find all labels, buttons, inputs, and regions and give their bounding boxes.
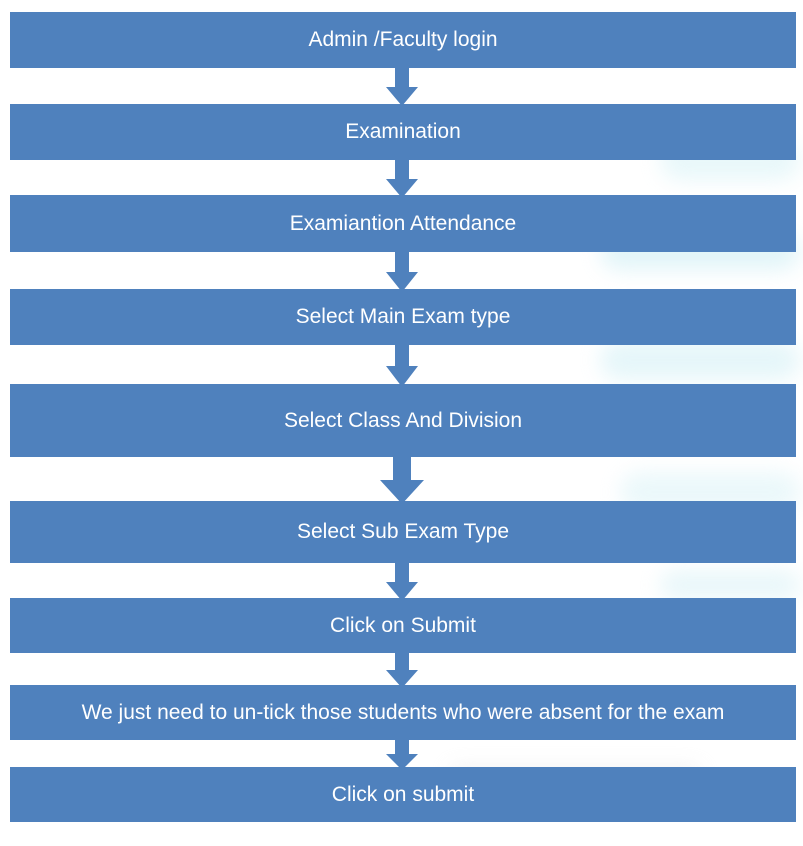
step-label: Select Sub Exam Type xyxy=(296,520,510,543)
background-glow xyxy=(600,340,800,380)
down-arrow-icon xyxy=(386,561,418,601)
down-arrow-icon xyxy=(386,66,418,106)
down-arrow-icon xyxy=(386,250,418,292)
step-label: Select Class And Division xyxy=(283,408,523,432)
step-box-examination-attendance: Examiantion Attendance xyxy=(10,195,796,252)
down-arrow-icon xyxy=(386,158,418,198)
down-arrow-icon xyxy=(386,651,418,688)
down-arrow-icon xyxy=(380,455,424,504)
step-label: Select Main Exam type xyxy=(295,305,511,328)
step-label: Examiantion Attendance xyxy=(289,211,517,235)
down-arrow-icon xyxy=(386,343,418,387)
step-box-click-on-submit: Click on Submit xyxy=(10,598,796,653)
step-label: Click on Submit xyxy=(330,613,476,637)
step-box-admin-faculty-login: Admin /Faculty login xyxy=(10,12,796,68)
step-box-select-main-exam-type: Select Main Exam type xyxy=(10,289,796,345)
step-label: Click on submit xyxy=(331,782,475,806)
step-label: Examination xyxy=(345,120,461,143)
step-box-select-sub-exam-type: Select Sub Exam Type xyxy=(10,501,796,563)
step-box-untick-absent-students: We just need to un-tick those students w… xyxy=(10,685,796,740)
down-arrow-icon xyxy=(386,738,418,770)
flowchart-canvas: { "flowchart": { "steps": [ {"label": "A… xyxy=(0,0,803,846)
step-label: Admin /Faculty login xyxy=(308,28,498,51)
step-box-click-on-submit-final: Click on submit xyxy=(10,767,796,822)
background-glow xyxy=(660,570,800,600)
step-box-examination: Examination xyxy=(10,104,796,160)
step-label: We just need to un-tick those students w… xyxy=(81,700,725,724)
step-box-select-class-and-division: Select Class And Division xyxy=(10,384,796,457)
